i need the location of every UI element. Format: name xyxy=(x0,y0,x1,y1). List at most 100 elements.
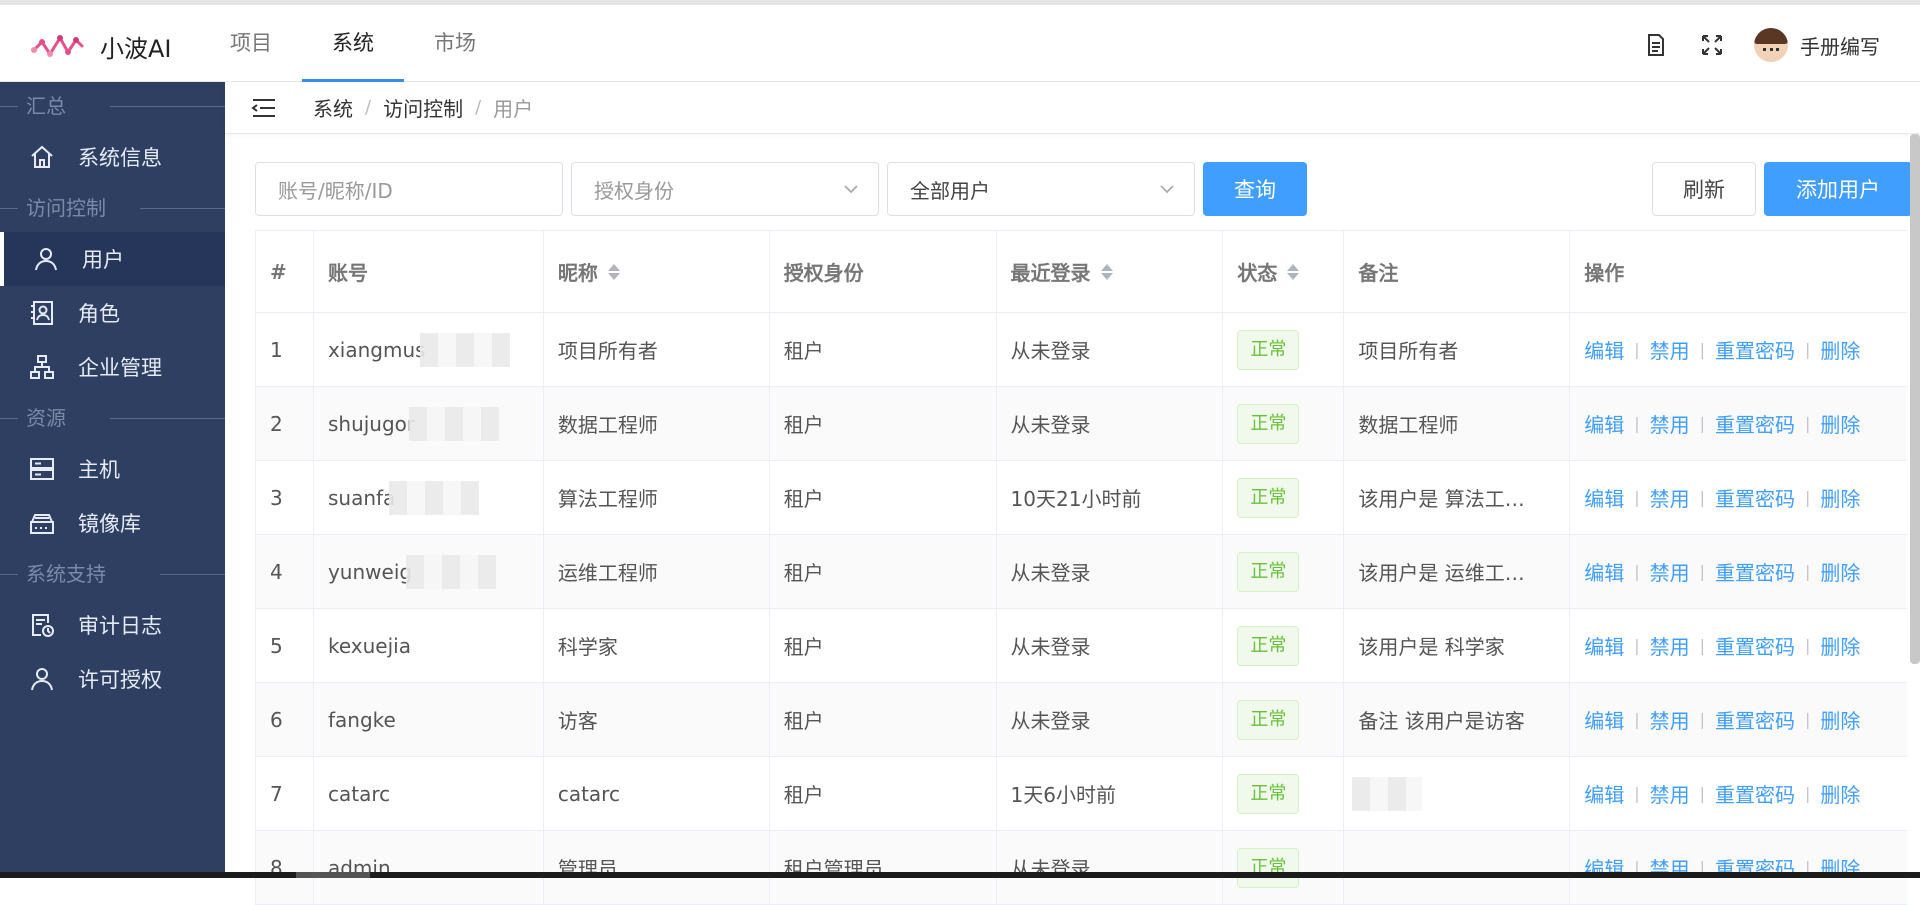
nav-system[interactable]: 系统 xyxy=(302,5,404,82)
edit-link[interactable]: 编辑 xyxy=(1584,483,1624,512)
edit-link[interactable]: 编辑 xyxy=(1584,557,1624,586)
edit-link[interactable]: 编辑 xyxy=(1584,705,1624,734)
breadcrumb-item[interactable]: 系统 xyxy=(313,93,353,122)
add-user-button[interactable]: 添加用户 xyxy=(1764,162,1912,216)
table-row: 2shujugor数据工程师租户从未登录正常数据工程师编辑|禁用|重置密码|删除 xyxy=(256,387,1907,461)
query-button[interactable]: 查询 xyxy=(1203,162,1307,216)
cell-index: 8 xyxy=(256,831,314,904)
cell-role-text: 租户 xyxy=(784,483,824,512)
sidebar-item-audit-log[interactable]: 审计日志 xyxy=(0,598,225,652)
sidebar-section-access: 访问控制 xyxy=(0,184,225,232)
avatar xyxy=(1754,28,1788,62)
cell-nickname-text: catarc xyxy=(558,782,620,806)
col-actions: 操作 xyxy=(1570,231,1907,312)
reset-password-link[interactable]: 重置密码 xyxy=(1715,483,1795,512)
menu-fold-icon[interactable] xyxy=(251,97,277,119)
table-row: 3suanfa算法工程师租户10天21小时前正常该用户是 算法工…编辑|禁用|重… xyxy=(256,461,1907,535)
filter-bar: 账号/昵称/ID 授权身份 全部用户 查询 xyxy=(255,162,1307,216)
delete-link[interactable]: 删除 xyxy=(1820,483,1860,512)
action-separator: | xyxy=(1700,636,1705,655)
edit-link[interactable]: 编辑 xyxy=(1584,409,1624,438)
refresh-button[interactable]: 刷新 xyxy=(1652,162,1756,216)
delete-link[interactable]: 删除 xyxy=(1820,779,1860,808)
cell-account-text: fangke xyxy=(328,708,396,732)
sort-icon[interactable] xyxy=(1101,263,1113,281)
sidebar-item-users[interactable]: 用户 xyxy=(0,232,225,286)
reset-password-link[interactable]: 重置密码 xyxy=(1715,557,1795,586)
edit-link[interactable]: 编辑 xyxy=(1584,335,1624,364)
role-select[interactable]: 授权身份 xyxy=(571,162,879,216)
sidebar-item-org[interactable]: 企业管理 xyxy=(0,340,225,394)
row-actions: 编辑|禁用|重置密码|删除 xyxy=(1584,557,1860,586)
sort-icon[interactable] xyxy=(1287,263,1299,281)
delete-link[interactable]: 删除 xyxy=(1820,335,1860,364)
disable-link[interactable]: 禁用 xyxy=(1650,705,1690,734)
user-name: 手册编写 xyxy=(1800,31,1880,60)
cell-index-text: 5 xyxy=(270,634,283,658)
cell-index-text: 7 xyxy=(270,782,283,806)
cell-last-login-text: 10天21小时前 xyxy=(1011,483,1142,512)
logo-icon xyxy=(30,30,86,64)
action-separator: | xyxy=(1634,414,1639,433)
sidebar-item-registry[interactable]: 镜像库 xyxy=(0,496,225,550)
col-last-login[interactable]: 最近登录 xyxy=(997,231,1224,312)
cell-actions: 编辑|禁用|重置密码|删除 xyxy=(1570,831,1907,904)
action-separator: | xyxy=(1805,710,1810,729)
cell-index: 4 xyxy=(256,535,314,608)
disable-link[interactable]: 禁用 xyxy=(1650,557,1690,586)
sidebar-item-hosts[interactable]: 主机 xyxy=(0,442,225,496)
sort-icon[interactable] xyxy=(608,263,620,281)
reset-password-link[interactable]: 重置密码 xyxy=(1715,779,1795,808)
sidebar-item-label: 角色 xyxy=(78,298,120,328)
reset-password-link[interactable]: 重置密码 xyxy=(1715,705,1795,734)
app-logo[interactable]: 小波AI xyxy=(30,29,172,64)
sidebar: 汇总 系统信息 访问控制 用户 角色 企业管理 资源 主机 镜像库 系统支持 审… xyxy=(0,82,225,878)
document-icon[interactable] xyxy=(1642,31,1670,59)
user-scope-select[interactable]: 全部用户 xyxy=(887,162,1195,216)
sidebar-item-roles[interactable]: 角色 xyxy=(0,286,225,340)
reset-password-link[interactable]: 重置密码 xyxy=(1715,409,1795,438)
cell-role-text: 租户 xyxy=(784,335,824,364)
disable-link[interactable]: 禁用 xyxy=(1650,483,1690,512)
search-input[interactable]: 账号/昵称/ID xyxy=(255,162,563,216)
reset-password-link[interactable]: 重置密码 xyxy=(1715,631,1795,660)
cell-last-login: 从未登录 xyxy=(997,609,1224,682)
disable-link[interactable]: 禁用 xyxy=(1650,409,1690,438)
edit-link[interactable]: 编辑 xyxy=(1584,631,1624,660)
reset-password-link[interactable]: 重置密码 xyxy=(1715,335,1795,364)
nav-market[interactable]: 市场 xyxy=(404,5,506,82)
cell-role-text: 租户 xyxy=(784,779,824,808)
top-bar: 小波AI 项目 系统 市场 手册编写 xyxy=(0,0,1920,82)
nav-project[interactable]: 项目 xyxy=(200,5,302,82)
top-right-tools: 手册编写 xyxy=(1642,23,1880,67)
sidebar-item-system-info[interactable]: 系统信息 xyxy=(0,130,225,184)
cell-role-text: 租户 xyxy=(784,705,824,734)
user-icon xyxy=(32,245,60,273)
disable-link[interactable]: 禁用 xyxy=(1650,335,1690,364)
disable-link[interactable]: 禁用 xyxy=(1650,779,1690,808)
scrollbar[interactable] xyxy=(1910,134,1920,664)
delete-link[interactable]: 删除 xyxy=(1820,705,1860,734)
col-role: 授权身份 xyxy=(770,231,997,312)
user-menu[interactable]: 手册编写 xyxy=(1754,28,1880,62)
cell-index-text: 2 xyxy=(270,412,283,436)
col-status[interactable]: 状态 xyxy=(1223,231,1344,312)
delete-link[interactable]: 删除 xyxy=(1820,557,1860,586)
action-separator: | xyxy=(1805,636,1810,655)
col-nickname[interactable]: 昵称 xyxy=(544,231,770,312)
sidebar-item-license[interactable]: 许可授权 xyxy=(0,652,225,706)
breadcrumb-item[interactable]: 访问控制 xyxy=(383,93,463,122)
cell-last-login: 从未登录 xyxy=(997,313,1224,386)
fullscreen-icon[interactable] xyxy=(1698,31,1726,59)
edit-link[interactable]: 编辑 xyxy=(1584,779,1624,808)
cell-role: 租户 xyxy=(770,461,997,534)
cell-last-login-text: 从未登录 xyxy=(1011,409,1091,438)
delete-link[interactable]: 删除 xyxy=(1820,409,1860,438)
cell-account-text: catarc xyxy=(328,782,390,806)
cell-nickname: catarc xyxy=(544,757,770,830)
delete-link[interactable]: 删除 xyxy=(1820,631,1860,660)
action-separator: | xyxy=(1805,562,1810,581)
cell-remark: 项目所有者 xyxy=(1344,313,1570,386)
col-remark: 备注 xyxy=(1344,231,1570,312)
disable-link[interactable]: 禁用 xyxy=(1650,631,1690,660)
